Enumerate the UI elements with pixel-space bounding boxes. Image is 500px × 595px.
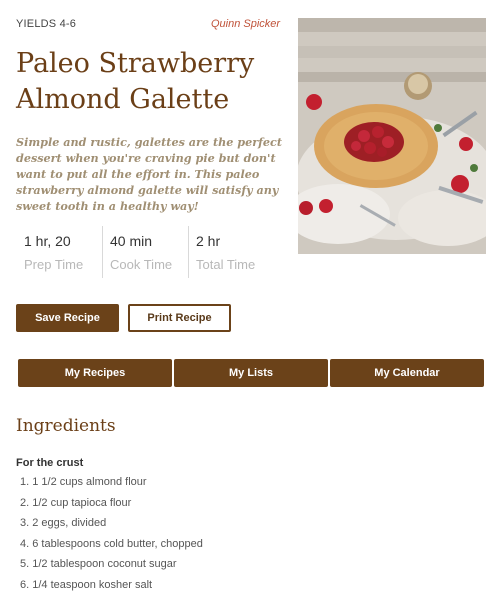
- recipe-title: Paleo Strawberry Almond Galette: [16, 46, 288, 118]
- author-link[interactable]: Quinn Spicker: [211, 18, 280, 30]
- print-recipe-button[interactable]: Print Recipe: [128, 304, 231, 332]
- prep-time: 1 hr, 20 Prep Time: [16, 226, 102, 278]
- prep-time-label: Prep Time: [24, 257, 102, 272]
- recipe-description: Simple and rustic, galettes are the perf…: [16, 134, 288, 214]
- ingredients-heading: Ingredients: [16, 416, 116, 436]
- ingredient-item: 6. 1/4 teaspoon kosher salt: [20, 575, 203, 595]
- yields-label: YIELDS 4-6: [16, 18, 76, 30]
- ingredient-item: 1. 1 1/2 cups almond flour: [20, 472, 203, 493]
- total-time: 2 hr Total Time: [188, 226, 274, 278]
- ingredient-item: 5. 1/2 tablespoon coconut sugar: [20, 554, 203, 575]
- recipe-title-line-1: Paleo Strawberry: [16, 48, 254, 79]
- recipe-title-line-2: Almond Galette: [16, 84, 229, 115]
- cook-time: 40 min Cook Time: [102, 226, 188, 278]
- recipe-photo: [298, 18, 486, 254]
- prep-time-value: 1 hr, 20: [24, 233, 102, 249]
- cook-time-value: 40 min: [110, 233, 188, 249]
- total-time-label: Total Time: [196, 257, 274, 272]
- recipe-times: 1 hr, 20 Prep Time 40 min Cook Time 2 hr…: [16, 226, 290, 278]
- ingredient-list: 1. 1 1/2 cups almond flour 2. 1/2 cup ta…: [20, 472, 203, 595]
- ingredient-item: 3. 2 eggs, divided: [20, 513, 203, 534]
- total-time-value: 2 hr: [196, 233, 274, 249]
- crust-section-title: For the crust: [16, 457, 83, 469]
- recipe-tabbar: My Recipes My Lists My Calendar: [18, 359, 484, 387]
- tab-my-lists[interactable]: My Lists: [174, 359, 328, 387]
- ingredient-item: 4. 6 tablespoons cold butter, chopped: [20, 534, 203, 555]
- ingredient-item: 2. 1/2 cup tapioca flour: [20, 493, 203, 514]
- tab-my-recipes[interactable]: My Recipes: [18, 359, 172, 387]
- tab-my-calendar[interactable]: My Calendar: [330, 359, 484, 387]
- cook-time-label: Cook Time: [110, 257, 188, 272]
- save-recipe-button[interactable]: Save Recipe: [16, 304, 119, 332]
